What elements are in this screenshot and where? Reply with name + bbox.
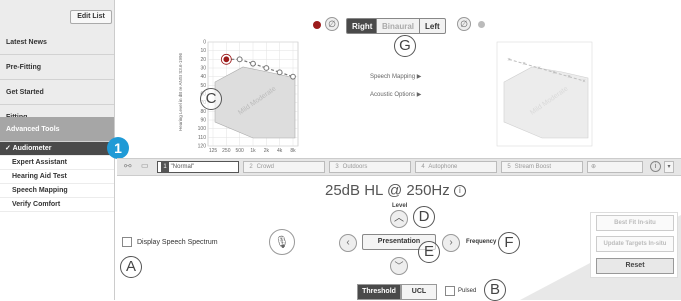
audiogram-y-tick: 30 <box>200 66 206 72</box>
audiogram-y-tick: 10 <box>200 48 206 54</box>
audiogram-left-point[interactable]: × <box>522 62 526 68</box>
level-down-button[interactable]: ﹀ <box>390 257 408 275</box>
sidebar-item-pre-fitting[interactable]: Pre-Fitting <box>0 55 114 80</box>
audiogram-y-tick: 20 <box>200 57 206 63</box>
sidebar: Edit List Latest News Pre-Fitting Get St… <box>0 0 115 300</box>
right-audiogram[interactable]: 0102030405060708090100110120 1252505001k… <box>168 30 308 152</box>
audiogram-right-point[interactable] <box>222 55 231 64</box>
microphone-icon[interactable]: 🎙 <box>269 229 295 255</box>
left-ear-indicator-icon <box>478 21 485 28</box>
reading-info-icon: i <box>453 185 466 198</box>
program-4[interactable]: 4 Autophone <box>415 161 497 173</box>
audiogram-y-tick: 90 <box>200 118 206 124</box>
display-speech-checkbox[interactable] <box>122 237 132 247</box>
mute-right-icon[interactable]: ∅ <box>325 17 339 31</box>
ear-left-button[interactable]: Left <box>419 18 446 34</box>
acoustic-options-link[interactable]: Acoustic Options ▶ <box>370 91 421 98</box>
audiogram-right-point[interactable] <box>236 56 243 63</box>
audiogram-right-point[interactable] <box>276 69 283 76</box>
audiogram-left-point[interactable]: × <box>507 57 511 63</box>
chevron-down-icon[interactable]: ▾ <box>664 161 674 173</box>
program-5[interactable]: 5 Stream Boost <box>501 161 583 173</box>
sidebar-item-advanced-tools[interactable]: Advanced Tools <box>0 117 114 142</box>
audiogram-left-point[interactable]: × <box>537 66 541 72</box>
display-speech-label: Display Speech Spectrum <box>137 239 218 246</box>
audiogram-left-point[interactable]: × <box>567 75 571 81</box>
edit-list-button[interactable]: Edit List <box>70 10 112 24</box>
info-icon[interactable]: i <box>650 161 661 172</box>
speech-mapping-link[interactable]: Speech Mapping ▶ <box>370 73 421 80</box>
callout-d: D <box>413 206 435 228</box>
audiogram-left-point[interactable]: × <box>552 70 556 76</box>
audiogram-x-tick: 125 <box>209 148 218 152</box>
frequency-up-button[interactable]: › <box>442 234 460 252</box>
audiogram-x-tick: 2k <box>264 148 270 152</box>
mute-left-icon[interactable]: ∅ <box>457 17 471 31</box>
best-fit-button[interactable]: Best Fit In-situ <box>596 215 674 231</box>
pulsed-label: Pulsed <box>458 288 477 294</box>
left-audiogram[interactable]: Mild Moderate ×××××× <box>492 30 617 152</box>
audiogram-y-tick: 50 <box>200 83 206 89</box>
threshold-button[interactable]: Threshold <box>357 284 401 300</box>
audiogram-y-tick: 0 <box>203 40 206 46</box>
sidebar-item-get-started[interactable]: Get Started <box>0 80 114 105</box>
audiogram-right-point[interactable] <box>263 65 270 71</box>
program-add[interactable]: ⊕ <box>587 161 643 173</box>
level-label: Level <box>392 203 408 209</box>
audiogram-y-tick: 80 <box>200 109 206 115</box>
audiogram-right-point[interactable] <box>290 73 296 80</box>
audiogram-x-tick: 1k <box>250 148 256 152</box>
comment-icon[interactable]: ▭ <box>141 161 149 170</box>
link-icon[interactable]: ⚯ <box>124 161 132 172</box>
sidebar-subitem-expert-assistant[interactable]: Expert Assistant <box>0 156 114 169</box>
check-icon: ✓ <box>5 145 11 152</box>
audiogram-y-tick: 40 <box>200 74 206 80</box>
sidebar-subitem-hearing-aid-test[interactable]: Hearing Aid Test <box>0 170 114 183</box>
audiogram-x-tick: 4k <box>277 148 283 152</box>
program-2[interactable]: 2 Crowd <box>243 161 325 173</box>
audiogram-y-tick: 110 <box>198 135 206 141</box>
ear-binaural-button[interactable]: Binaural <box>376 18 421 34</box>
audiometer-reading: 25dB HL @ 250Hz i <box>325 182 466 199</box>
sidebar-subitem-speech-mapping[interactable]: Speech Mapping <box>0 184 114 197</box>
callout-c: C <box>200 88 222 110</box>
ear-right-button[interactable]: Right <box>346 18 379 34</box>
audiogram-y-tick: 100 <box>198 126 207 132</box>
update-targets-button[interactable]: Update Targets In-situ <box>596 236 674 252</box>
audiogram-y-tick: 120 <box>198 144 207 150</box>
frequency-down-button[interactable]: ‹ <box>339 234 357 252</box>
audiogram-x-tick: 8k <box>290 148 296 152</box>
callout-g: G <box>394 35 416 57</box>
pulsed-checkbox[interactable] <box>445 286 455 296</box>
sidebar-empty-area <box>0 212 114 300</box>
audiogram-left-point[interactable]: × <box>582 79 586 85</box>
audiogram-y-label: Hearing Level in dB re ANSI S3.6-1996 <box>178 52 183 131</box>
level-up-button[interactable]: ︿ <box>390 210 408 228</box>
audiogram-right-point[interactable] <box>250 60 256 67</box>
ucl-button[interactable]: UCL <box>401 284 437 300</box>
program-3[interactable]: 3 Outdoors <box>329 161 411 173</box>
audiogram-x-tick: 250 <box>222 148 231 152</box>
sidebar-item-latest-news[interactable]: Latest News <box>0 30 114 55</box>
reset-button[interactable]: Reset <box>596 258 674 274</box>
callout-a: A <box>120 256 142 278</box>
right-ear-indicator-icon <box>313 21 321 29</box>
sidebar-subitem-audiometer[interactable]: ✓ Audiometer <box>0 142 114 155</box>
audiogram-x-tick: 500 <box>235 148 244 152</box>
sidebar-subitem-verify-comfort[interactable]: Verify Comfort <box>0 198 114 211</box>
program-1[interactable]: 1 "Normal" <box>157 161 239 173</box>
sidebar-subitem-label: Audiometer <box>12 145 52 152</box>
callout-e: E <box>418 241 440 263</box>
callout-1: 1 <box>107 137 129 159</box>
